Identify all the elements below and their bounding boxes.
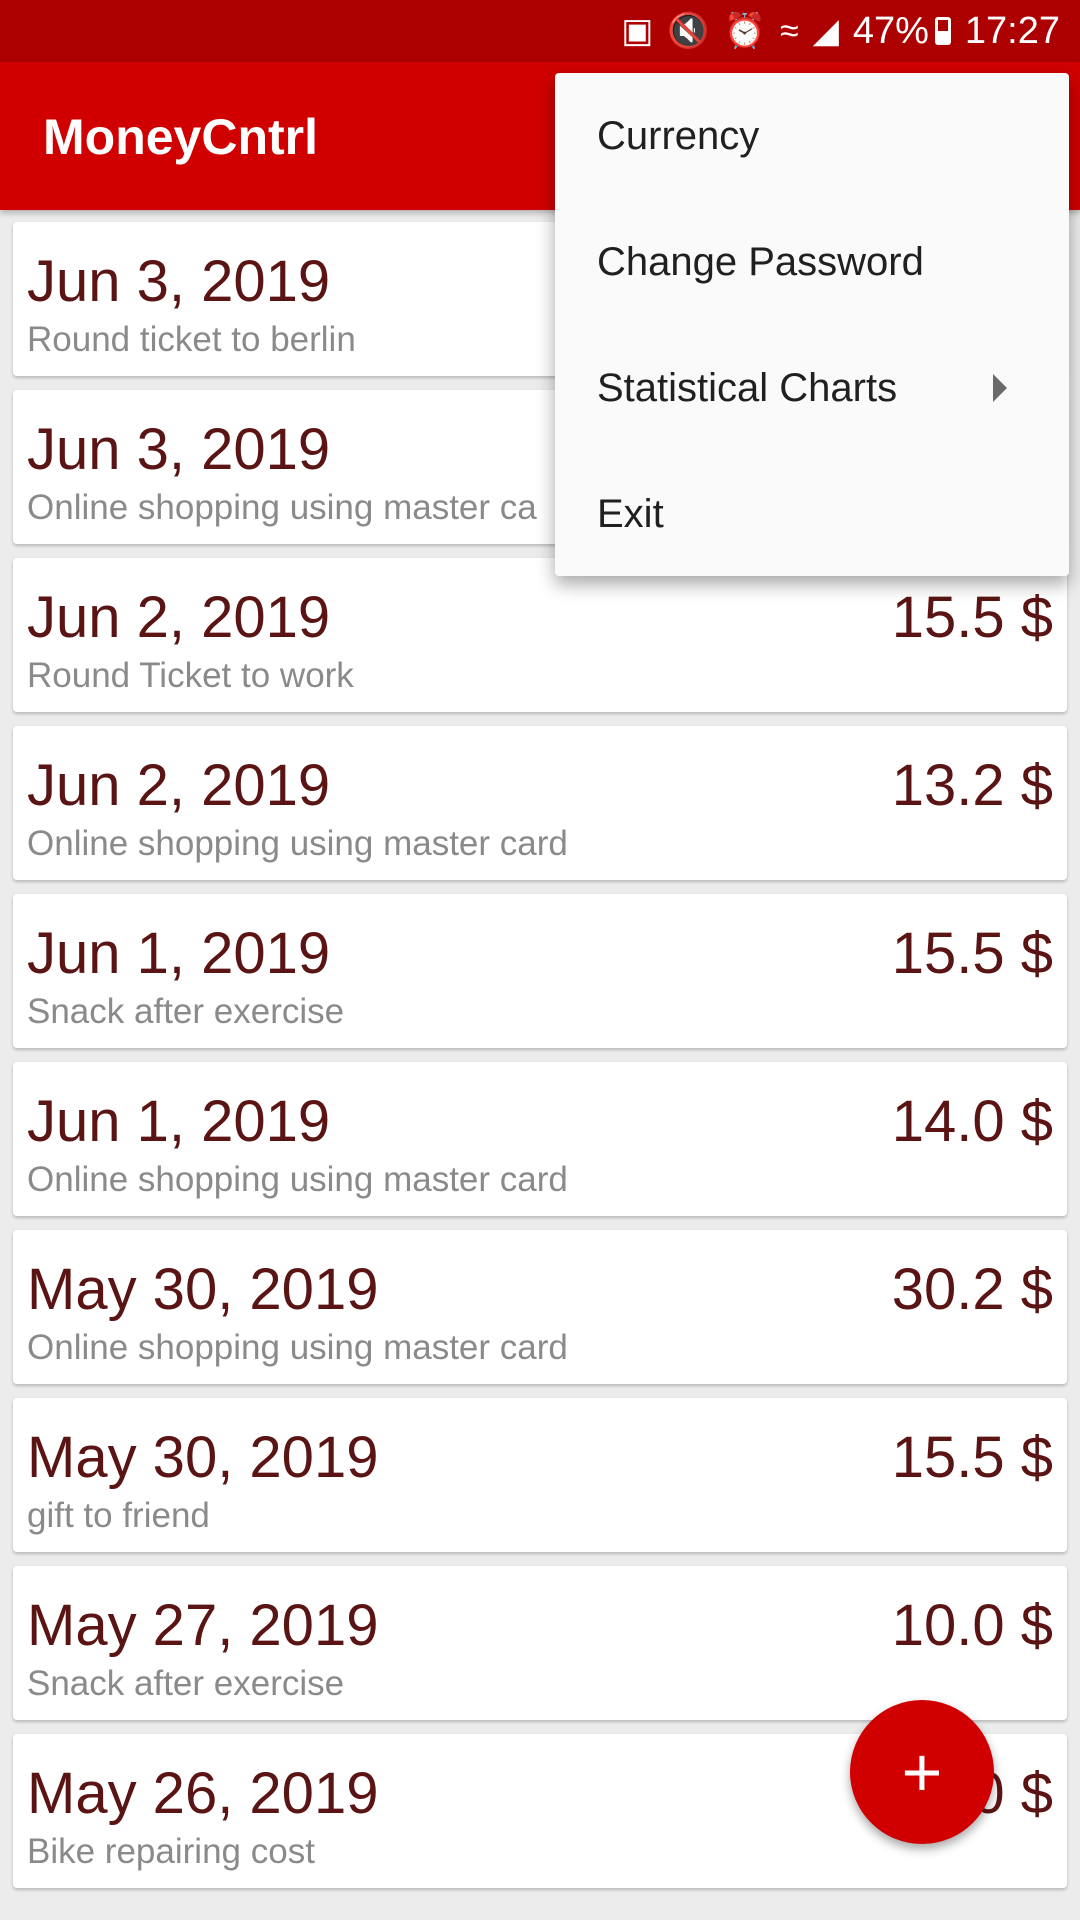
- menu-item-exit[interactable]: Exit: [555, 451, 1069, 577]
- expense-card[interactable]: May 27, 2019 Snack after exercise 10.0 $: [13, 1566, 1067, 1720]
- alarm-icon: ⏰: [723, 12, 767, 50]
- battery-icon: [934, 17, 951, 45]
- expense-description: Snack after exercise: [27, 1664, 345, 1703]
- add-expense-button[interactable]: +: [850, 1700, 994, 1844]
- expense-amount: 15.5 $: [891, 1425, 1053, 1490]
- menu-item-label: Currency: [597, 113, 760, 158]
- expense-amount: 15.5 $: [891, 585, 1053, 650]
- menu-item-currency[interactable]: Currency: [555, 73, 1069, 199]
- expense-card[interactable]: May 30, 2019 gift to friend 15.5 $: [13, 1398, 1067, 1552]
- expense-date: May 26, 2019: [27, 1761, 379, 1826]
- expense-description: Online shopping using master card: [27, 1160, 568, 1199]
- expense-date: Jun 2, 2019: [27, 585, 331, 650]
- expense-description: Online shopping using master card: [27, 1328, 568, 1367]
- expense-date: Jun 1, 2019: [27, 1089, 331, 1154]
- expense-description: Round ticket to berlin: [27, 320, 356, 359]
- expense-description: Bike repairing cost: [27, 1832, 315, 1871]
- overflow-menu: Currency Change Password Statistical Cha…: [555, 73, 1069, 576]
- menu-item-label: Change Password: [597, 239, 924, 284]
- expense-date: Jun 2, 2019: [27, 753, 331, 818]
- expense-date: Jun 3, 2019: [27, 249, 331, 314]
- battery-percentage: 47%: [852, 9, 929, 52]
- menu-item-label: Statistical Charts: [597, 365, 898, 410]
- expense-amount: 10.0 $: [891, 1593, 1053, 1658]
- expense-date: Jun 1, 2019: [27, 921, 331, 986]
- expense-card[interactable]: Jun 2, 2019 Online shopping using master…: [13, 726, 1067, 880]
- expense-card[interactable]: Jun 2, 2019 Round Ticket to work 15.5 $: [13, 558, 1067, 712]
- mute-icon: 🔇: [667, 12, 710, 50]
- expense-date: May 30, 2019: [27, 1425, 379, 1490]
- expense-card[interactable]: Jun 1, 2019 Snack after exercise 15.5 $: [13, 894, 1067, 1048]
- menu-item-change-password[interactable]: Change Password: [555, 199, 1069, 325]
- expense-description: gift to friend: [27, 1496, 210, 1535]
- expense-amount: 15.5 $: [891, 921, 1053, 986]
- expense-date: Jun 3, 2019: [27, 417, 331, 482]
- sim-card-icon: ▣: [621, 12, 654, 50]
- expense-description: Online shopping using master ca: [27, 488, 537, 527]
- expense-amount: 13.2 $: [891, 753, 1053, 818]
- expense-description: Round Ticket to work: [27, 656, 354, 695]
- expense-description: Snack after exercise: [27, 992, 345, 1031]
- expense-amount: 30.2 $: [891, 1257, 1053, 1322]
- wifi-icon: ≈: [780, 12, 799, 50]
- submenu-arrow-icon: [993, 374, 1007, 402]
- expense-amount: 14.0 $: [891, 1089, 1053, 1154]
- menu-item-statistical-charts[interactable]: Statistical Charts: [555, 325, 1069, 451]
- expense-description: Online shopping using master card: [27, 824, 568, 863]
- app-title: MoneyCntrl: [43, 109, 318, 165]
- status-bar: ▣ 🔇 ⏰ ≈ ◢ 47% 17:27: [0, 0, 1080, 62]
- plus-icon: +: [901, 1733, 943, 1811]
- status-clock: 17:27: [964, 9, 1060, 52]
- signal-icon: ◢: [812, 12, 839, 50]
- expense-date: May 30, 2019: [27, 1257, 379, 1322]
- expense-card[interactable]: May 30, 2019 Online shopping using maste…: [13, 1230, 1067, 1384]
- expense-card[interactable]: Jun 1, 2019 Online shopping using master…: [13, 1062, 1067, 1216]
- menu-item-label: Exit: [597, 491, 664, 536]
- expense-date: May 27, 2019: [27, 1593, 379, 1658]
